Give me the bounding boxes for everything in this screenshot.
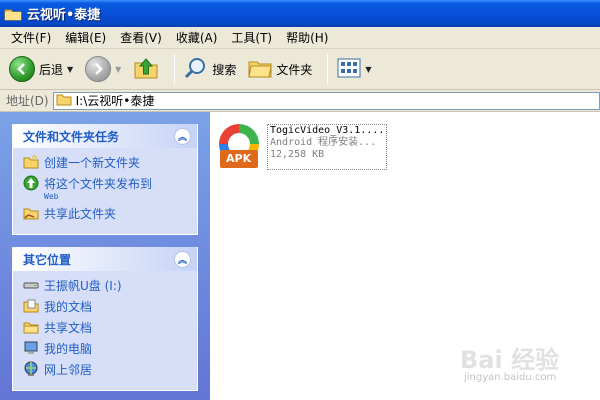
back-label: 后退: [39, 62, 64, 77]
file-item[interactable]: APK TogicVideo_V3.1.... Android 程序安装... …: [216, 122, 388, 170]
file-name: TogicVideo_V3.1....: [270, 125, 385, 136]
back-dropdown-icon[interactable]: ▼: [67, 65, 73, 74]
file-tasks-panel: 文件和文件夹任务 ︽ 创建一个新文件夹 将这个文件夹发布到 Web 共享此文件夹: [12, 124, 198, 235]
other-places-title: 其它位置: [23, 252, 72, 267]
folders-button[interactable]: 文件夹: [245, 53, 315, 85]
drive-icon: [23, 277, 39, 293]
search-label: 搜索: [212, 62, 237, 77]
share-folder-icon: [23, 205, 39, 221]
task-publish-web[interactable]: 将这个文件夹发布到 Web: [23, 175, 189, 201]
toolbar-separator: [327, 54, 329, 84]
place-usb-drive[interactable]: 王振帆U盘 (I:): [23, 277, 189, 294]
forward-dropdown-icon[interactable]: ▼: [115, 65, 121, 74]
network-icon: [23, 361, 39, 377]
toolbar: 后退 ▼ ▼ 搜索 文件夹 ▼: [0, 49, 600, 90]
file-tasks-header[interactable]: 文件和文件夹任务 ︽: [13, 124, 197, 148]
back-arrow-icon: [9, 56, 35, 82]
new-folder-icon: [23, 154, 39, 170]
toolbar-separator: [174, 54, 176, 84]
menu-file[interactable]: 文件(F): [4, 29, 58, 46]
collapse-chevron-icon[interactable]: ︽: [174, 127, 191, 145]
file-info: TogicVideo_V3.1.... Android 程序安装... 12,2…: [267, 124, 388, 170]
views-button[interactable]: ▼: [334, 53, 374, 85]
place-my-documents[interactable]: 我的文档: [23, 298, 189, 315]
file-tasks-title: 文件和文件夹任务: [23, 129, 120, 144]
other-places-panel: 其它位置 ︽ 王振帆U盘 (I:) 我的文档 共享文档 我的电脑 网上邻居: [12, 247, 198, 391]
menu-favorites[interactable]: 收藏(A): [169, 29, 225, 46]
task-pane: 文件和文件夹任务 ︽ 创建一个新文件夹 将这个文件夹发布到 Web 共享此文件夹…: [0, 112, 210, 400]
folder-icon: [56, 93, 72, 109]
collapse-chevron-icon[interactable]: ︽: [174, 250, 191, 268]
menu-help[interactable]: 帮助(H): [279, 29, 335, 46]
file-size: 12,258 KB: [270, 149, 325, 160]
address-bar: 地址(D) I:\云视听•泰捷: [0, 90, 600, 112]
up-folder-button[interactable]: [130, 53, 162, 85]
task-publish-web-label: 将这个文件夹发布到: [44, 177, 153, 191]
watermark-url: jingyan.baidu.com: [464, 372, 557, 383]
place-my-computer-label: 我的电脑: [44, 342, 93, 356]
apk-file-icon: APK: [216, 122, 262, 170]
baidu-watermark: Bai 经验 jingyan.baidu.com: [460, 340, 600, 400]
menu-bar: 文件(F) 编辑(E) 查看(V) 收藏(A) 工具(T) 帮助(H): [0, 27, 600, 49]
task-new-folder[interactable]: 创建一个新文件夹: [23, 154, 189, 171]
address-label: 地址(D): [6, 94, 49, 108]
file-type: Android 程序安装...: [270, 137, 377, 148]
task-new-folder-label: 创建一个新文件夹: [44, 156, 141, 170]
task-share-folder-label: 共享此文件夹: [44, 207, 117, 221]
window-title: 云视听•泰捷: [27, 8, 101, 23]
publish-web-icon: [23, 175, 39, 191]
back-button[interactable]: 后退 ▼: [6, 53, 76, 85]
place-usb-drive-label: 王振帆U盘 (I:): [44, 279, 122, 293]
task-share-folder[interactable]: 共享此文件夹: [23, 205, 189, 222]
forward-arrow-icon: [85, 56, 112, 82]
place-my-computer[interactable]: 我的电脑: [23, 340, 189, 357]
my-computer-icon: [23, 340, 39, 356]
folder-icon: [4, 7, 22, 21]
place-network-label: 网上邻居: [44, 363, 93, 377]
menu-view[interactable]: 查看(V): [113, 29, 169, 46]
folders-icon: [248, 57, 272, 82]
shared-documents-icon: [23, 319, 39, 335]
views-dropdown-icon[interactable]: ▼: [365, 65, 371, 74]
folders-label: 文件夹: [276, 62, 313, 77]
search-icon: [184, 56, 208, 83]
address-field[interactable]: I:\云视听•泰捷: [52, 91, 600, 110]
up-folder-icon: [133, 55, 159, 84]
title-bar[interactable]: 云视听•泰捷: [0, 0, 600, 27]
forward-button[interactable]: ▼: [82, 53, 124, 85]
address-path: I:\云视听•泰捷: [75, 94, 155, 108]
place-shared-documents-label: 共享文档: [44, 321, 93, 335]
views-icon: [337, 57, 361, 82]
menu-tools[interactable]: 工具(T): [224, 29, 279, 46]
other-places-header[interactable]: 其它位置 ︽: [13, 247, 197, 271]
watermark-text: Bai 经验: [460, 346, 560, 374]
apk-badge: APK: [226, 152, 252, 165]
place-network[interactable]: 网上邻居: [23, 361, 189, 378]
menu-edit[interactable]: 编辑(E): [58, 29, 113, 46]
search-button[interactable]: 搜索: [181, 53, 239, 85]
task-publish-web-sub: Web: [44, 192, 59, 201]
place-shared-documents[interactable]: 共享文档: [23, 319, 189, 336]
place-my-documents-label: 我的文档: [44, 300, 93, 314]
my-documents-icon: [23, 298, 39, 314]
